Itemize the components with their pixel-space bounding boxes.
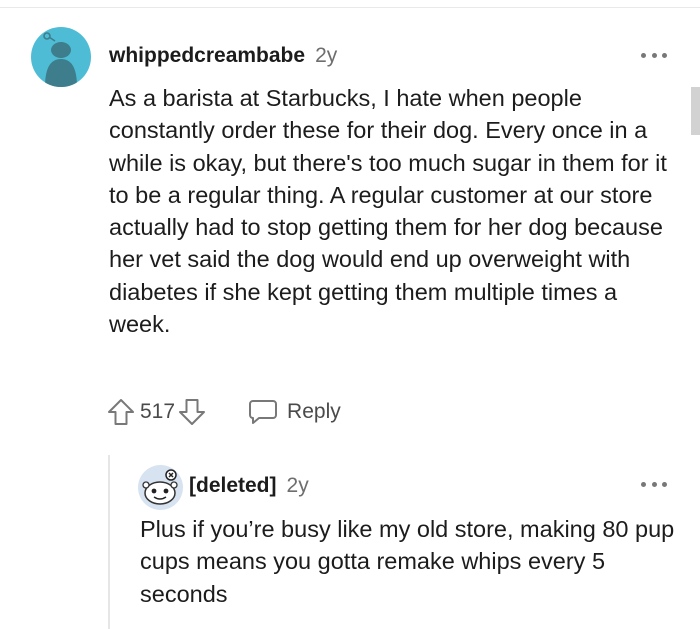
dot-icon xyxy=(662,52,667,58)
dot-icon xyxy=(641,52,646,58)
comment-body: As a barista at Starbucks, I hate when p… xyxy=(109,85,667,338)
vote-score: 517 xyxy=(140,400,176,423)
thread-line[interactable] xyxy=(108,455,110,629)
more-options-button[interactable] xyxy=(641,479,667,489)
downvote-icon xyxy=(179,399,206,425)
avatar[interactable] xyxy=(138,465,183,510)
comment-actions: 517 Reply xyxy=(106,396,341,428)
reply-header: [deleted] 2y xyxy=(189,471,309,501)
upvote-icon xyxy=(108,399,134,425)
upvote-button[interactable] xyxy=(106,397,136,427)
more-options-button[interactable] xyxy=(641,50,667,60)
dot-icon xyxy=(641,481,646,487)
comment-age: 2y xyxy=(315,44,338,67)
top-divider xyxy=(0,7,700,8)
comment-header: whippedcreambabe 2y xyxy=(109,40,337,72)
username[interactable]: whippedcreambabe xyxy=(109,44,305,68)
scrollbar-thumb[interactable] xyxy=(691,87,700,135)
downvote-button[interactable] xyxy=(177,397,207,427)
dot-icon xyxy=(662,481,667,487)
reply-bubble-icon xyxy=(249,400,278,424)
snoo-avatar-icon xyxy=(142,469,178,505)
reply-label: Reply xyxy=(287,400,341,423)
avatar[interactable] xyxy=(31,27,91,87)
dot-icon xyxy=(651,481,657,487)
dot-icon xyxy=(651,52,657,58)
reply-button[interactable]: Reply xyxy=(247,397,341,427)
comment-body: Plus if you’re busy like my old store, m… xyxy=(140,516,675,607)
comment-age: 2y xyxy=(286,474,309,497)
snoo-avatar-icon xyxy=(43,32,77,87)
username: [deleted] xyxy=(189,474,277,497)
